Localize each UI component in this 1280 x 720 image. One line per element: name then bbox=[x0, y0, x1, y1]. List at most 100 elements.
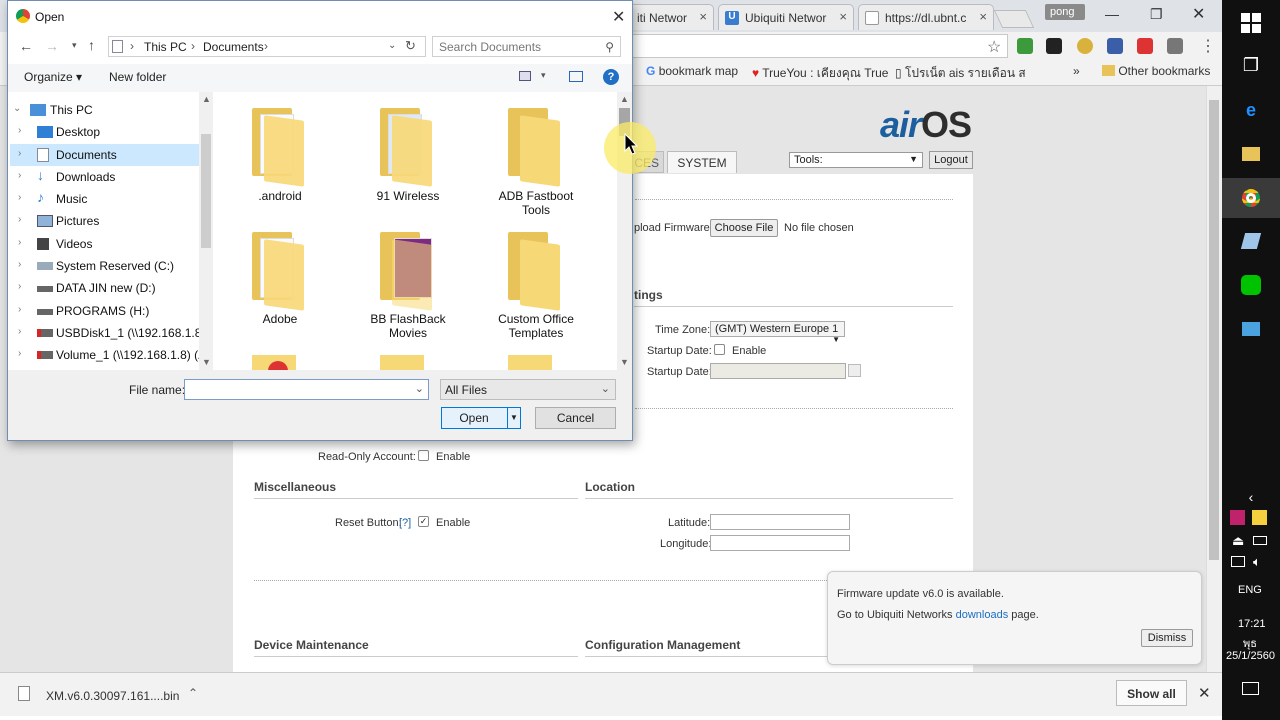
dialog-address-bar[interactable]: › This PC › Documents › ⌄ ↻ bbox=[108, 36, 426, 57]
tree-item-videos[interactable]: › Videos bbox=[10, 234, 200, 254]
reset-checkbox[interactable]: ✓ bbox=[418, 516, 429, 527]
edge-icon[interactable]: e bbox=[1236, 95, 1266, 125]
chevron-left-icon[interactable]: ‹ bbox=[1236, 482, 1266, 512]
back-arrow-icon[interactable]: ← bbox=[19, 38, 33, 54]
file-item-adobe[interactable]: Adobe bbox=[230, 312, 330, 326]
close-tab-icon[interactable]: × bbox=[699, 9, 707, 24]
browser-tab-2[interactable]: U Ubiquiti Networ × bbox=[718, 4, 854, 30]
close-tab-icon[interactable]: × bbox=[979, 9, 987, 24]
scroll-down-arrow-icon[interactable]: ▼ bbox=[620, 357, 629, 367]
tree-item-music[interactable]: › ♪ Music bbox=[10, 189, 200, 209]
tree-item-drive-h[interactable]: › PROGRAMS (H:) bbox=[10, 301, 200, 321]
close-download-bar-icon[interactable]: ✕ bbox=[1198, 684, 1211, 702]
extension-icon[interactable] bbox=[1017, 38, 1033, 54]
app-icon[interactable] bbox=[1236, 226, 1266, 256]
help-icon[interactable]: ? bbox=[603, 69, 619, 85]
bookmark-item[interactable]: G bookmark map bbox=[646, 64, 738, 78]
file-item-bb-flashback-movies[interactable]: BB FlashBack Movies bbox=[358, 312, 458, 340]
bookmark-star-icon[interactable]: ☆ bbox=[987, 37, 1001, 57]
longitude-input[interactable] bbox=[710, 535, 850, 551]
scroll-up-arrow-icon[interactable]: ▲ bbox=[202, 94, 211, 104]
browser-tab-3[interactable]: https://dl.ubnt.c × bbox=[858, 4, 994, 30]
clock-time[interactable]: 17:21 bbox=[1238, 618, 1266, 630]
view-dropdown-icon[interactable]: ▾ bbox=[541, 70, 546, 81]
show-all-button[interactable]: Show all bbox=[1116, 680, 1187, 706]
logout-button[interactable]: Logout bbox=[929, 151, 973, 169]
chevron-down-icon[interactable]: ⌄ bbox=[388, 40, 396, 51]
breadcrumb-this-pc[interactable]: This PC bbox=[144, 40, 187, 54]
choose-file-button[interactable]: Choose File bbox=[710, 219, 778, 237]
forward-arrow-icon[interactable]: → bbox=[45, 38, 59, 54]
download-filename[interactable]: XM.v6.0.30097.161....bin bbox=[46, 689, 179, 703]
extension-icon[interactable] bbox=[1167, 38, 1183, 54]
chrome-menu-icon[interactable]: ⋮ bbox=[1200, 36, 1216, 56]
tree-item-desktop[interactable]: › Desktop bbox=[10, 122, 200, 142]
tools-select[interactable]: Tools: ▼ bbox=[789, 152, 923, 168]
task-view-icon[interactable]: ❐ bbox=[1236, 50, 1266, 80]
extension-icon[interactable] bbox=[1077, 38, 1093, 54]
bookmarks-overflow-icon[interactable]: » bbox=[1073, 64, 1080, 78]
tree-item-drive-z[interactable]: › Volume_1 (\\192.168.1.8) (Z:) bbox=[10, 345, 200, 365]
restore-icon[interactable]: ❐ bbox=[1150, 6, 1163, 23]
tray-app-icon[interactable] bbox=[1230, 510, 1245, 525]
chevron-up-icon[interactable]: ⌃ bbox=[188, 686, 198, 700]
readonly-checkbox[interactable] bbox=[418, 450, 429, 461]
tree-item-downloads[interactable]: › ↓ Downloads bbox=[10, 167, 200, 187]
close-dialog-icon[interactable]: ✕ bbox=[612, 7, 625, 27]
calendar-icon[interactable] bbox=[848, 364, 861, 377]
volume-icon[interactable]: 🔈︎ bbox=[1253, 554, 1261, 570]
file-item-adb-fastboot-tools[interactable]: ADB Fastboot Tools bbox=[486, 189, 586, 217]
input-language[interactable]: ENG bbox=[1238, 584, 1262, 596]
app-icon[interactable] bbox=[1236, 314, 1266, 344]
preview-pane-icon[interactable] bbox=[569, 71, 583, 82]
tree-item-documents[interactable]: › Documents bbox=[10, 145, 200, 165]
refresh-icon[interactable]: ↻ bbox=[405, 38, 416, 54]
reset-help-link[interactable]: [?] bbox=[399, 517, 411, 529]
tree-item-drive-d[interactable]: › DATA JIN new (D:) bbox=[10, 278, 200, 298]
dismiss-button[interactable]: Dismiss bbox=[1141, 629, 1193, 647]
bookmark-item[interactable]: ♥ TrueYou : เคียงคุณ True bbox=[752, 64, 888, 83]
usb-icon[interactable]: ⏏ bbox=[1232, 533, 1244, 549]
search-documents-input[interactable]: Search Documents ⚲ bbox=[432, 36, 621, 57]
file-item-91-wireless[interactable]: 91 Wireless bbox=[358, 189, 458, 203]
latitude-input[interactable] bbox=[710, 514, 850, 530]
file-item-custom-office-templates[interactable]: Custom Office Templates bbox=[486, 312, 586, 340]
close-tab-icon[interactable]: × bbox=[839, 9, 847, 24]
bookmark-item[interactable]: ▯ โปรเน็ต ais รายเดือน สม bbox=[895, 64, 1025, 83]
network-icon[interactable] bbox=[1231, 556, 1245, 567]
file-type-select[interactable]: All Files ⌄ bbox=[440, 379, 616, 400]
change-view-icon[interactable] bbox=[519, 71, 531, 81]
startup-date-input[interactable] bbox=[710, 363, 846, 379]
file-explorer-icon[interactable] bbox=[1236, 139, 1266, 169]
extension-icon[interactable] bbox=[1137, 38, 1153, 54]
file-name-input[interactable]: ⌄ bbox=[184, 379, 429, 400]
timezone-select[interactable]: (GMT) Western Europe 1 ▼ bbox=[710, 321, 845, 344]
file-item-android[interactable]: .android bbox=[230, 189, 330, 203]
tray-notes-icon[interactable] bbox=[1252, 510, 1267, 525]
chrome-icon[interactable] bbox=[1236, 183, 1266, 213]
extension-counter-icon[interactable] bbox=[1046, 38, 1062, 54]
line-icon[interactable] bbox=[1236, 270, 1266, 300]
tree-item-pictures[interactable]: › Pictures bbox=[10, 211, 200, 231]
extension-icon[interactable] bbox=[1107, 38, 1123, 54]
tree-item-drive-c[interactable]: › System Reserved (C:) bbox=[10, 256, 200, 276]
up-arrow-icon[interactable]: ↑ bbox=[88, 37, 95, 53]
tree-item-this-pc[interactable]: ⌄ This PC bbox=[10, 100, 200, 120]
profile-badge[interactable]: pong bbox=[1045, 4, 1085, 20]
organize-menu[interactable]: Organize ▾ bbox=[24, 70, 82, 84]
breadcrumb-documents[interactable]: Documents bbox=[203, 40, 264, 54]
other-bookmarks[interactable]: Other bookmarks bbox=[1102, 64, 1210, 78]
downloads-link[interactable]: downloads bbox=[956, 609, 1009, 621]
page-scroll-thumb[interactable] bbox=[1209, 100, 1219, 560]
address-bar[interactable] bbox=[632, 34, 1008, 58]
close-window-icon[interactable]: ✕ bbox=[1192, 4, 1205, 24]
scroll-up-arrow-icon[interactable]: ▲ bbox=[620, 94, 629, 104]
recent-locations-icon[interactable]: ▾ bbox=[72, 40, 77, 51]
startup-date-checkbox[interactable] bbox=[714, 344, 725, 355]
minimize-icon[interactable]: — bbox=[1105, 6, 1119, 22]
action-center-icon[interactable] bbox=[1242, 682, 1259, 695]
windows-start-icon[interactable] bbox=[1236, 8, 1266, 38]
battery-icon[interactable] bbox=[1253, 536, 1267, 545]
open-button[interactable]: Open ▼ bbox=[441, 407, 521, 429]
tab-system[interactable]: SYSTEM bbox=[667, 151, 737, 173]
